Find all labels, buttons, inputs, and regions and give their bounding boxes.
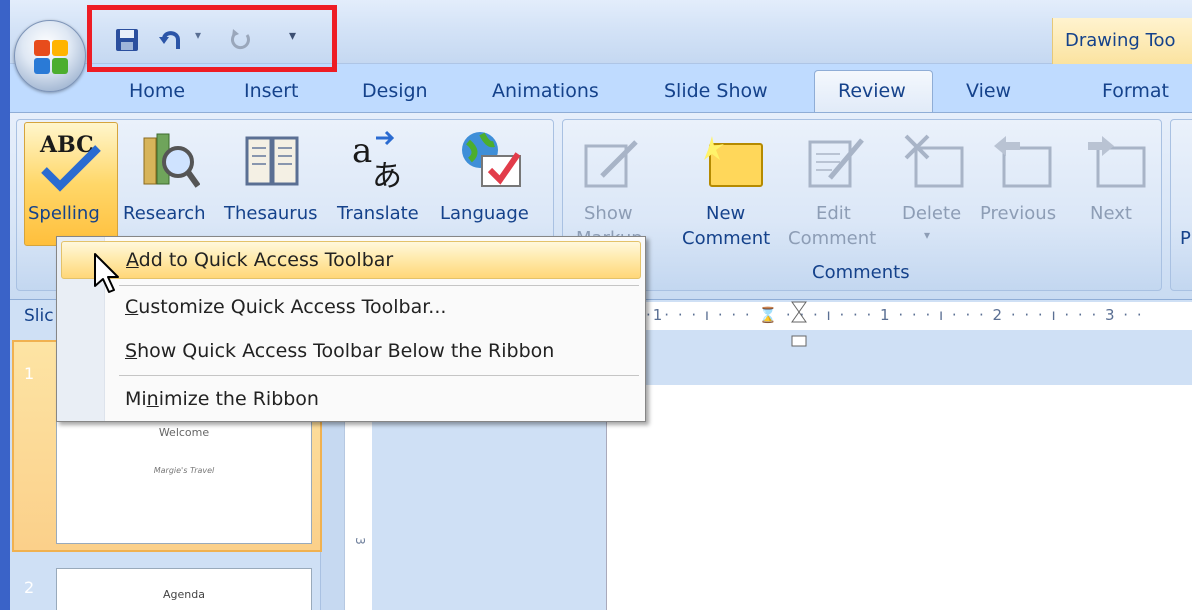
svg-text:a: a [352, 131, 372, 171]
menu-item-show-qat-below[interactable]: Show Quick Access Toolbar Below the Ribb… [61, 333, 641, 371]
tab-animations[interactable]: Animations [492, 80, 599, 102]
delete-dropdown-icon: ▾ [924, 228, 931, 242]
tab-insert[interactable]: Insert [244, 80, 299, 102]
new-comment-icon[interactable] [700, 132, 766, 190]
research-icon[interactable] [140, 130, 200, 194]
menu-item-label: Show Quick Access Toolbar Below the Ribb… [125, 340, 555, 362]
new-comment-label[interactable]: New [706, 203, 745, 224]
previous-comment-icon [994, 136, 1052, 188]
comments-group-label: Comments [812, 262, 910, 283]
svg-text:ABC: ABC [39, 132, 94, 158]
menu-item-label: Customize Quick Access Toolbar... [125, 296, 447, 318]
next-comment-label: Next [1090, 203, 1132, 224]
research-label[interactable]: Research [123, 203, 206, 224]
new-comment-label-2[interactable]: Comment [682, 228, 770, 249]
qat-highlight-box [87, 5, 337, 72]
translate-icon[interactable]: a あ [348, 128, 412, 190]
protect-group [1170, 119, 1192, 291]
tab-slide-show[interactable]: Slide Show [664, 80, 768, 102]
tab-home[interactable]: Home [129, 80, 185, 102]
indent-marker-icon[interactable] [790, 300, 808, 348]
slide-thumbnail-title: Welcome [158, 426, 210, 439]
edit-comment-icon [808, 138, 864, 188]
tab-design[interactable]: Design [362, 80, 428, 102]
show-markup-icon [584, 140, 638, 188]
thesaurus-label[interactable]: Thesaurus [224, 203, 317, 224]
svg-text:あ: あ [372, 159, 402, 190]
menu-separator [119, 285, 639, 286]
show-markup-label: Show [584, 203, 633, 224]
menu-item-customize-qat[interactable]: Customize Quick Access Toolbar... [61, 289, 641, 327]
spelling-icon[interactable]: ABC [36, 130, 106, 194]
slides-tab[interactable]: Slic [24, 306, 54, 326]
menu-item-minimize-ribbon[interactable]: Minimize the Ribbon [61, 381, 641, 419]
next-comment-icon [1088, 136, 1146, 188]
slide-number: 2 [24, 578, 35, 597]
horizontal-ruler[interactable]: ·1· · · ı · · · ⌛ · · · ı · · · 1 · · · … [640, 302, 1192, 330]
tab-view[interactable]: View [966, 80, 1011, 102]
slide-number: 1 [24, 364, 35, 383]
menu-separator [119, 375, 639, 376]
delete-comment-icon [904, 134, 964, 188]
menu-item-label: Minimize the Ribbon [125, 388, 319, 410]
office-logo-icon [34, 40, 68, 74]
thesaurus-icon[interactable] [244, 134, 300, 190]
tab-review[interactable]: Review [838, 80, 906, 102]
tab-format[interactable]: Format [1102, 80, 1169, 102]
edit-comment-label-2: Comment [788, 228, 877, 249]
language-label[interactable]: Language [440, 203, 529, 224]
context-menu: Add to Quick Access Toolbar Customize Qu… [56, 236, 646, 422]
vertical-ruler-mark: 3 [352, 537, 367, 545]
slide-thumbnail-title: Agenda [163, 588, 205, 601]
context-tab-title: Drawing Too [1052, 18, 1192, 64]
mouse-cursor-icon [94, 253, 119, 293]
previous-comment-label: Previous [980, 203, 1057, 224]
office-button[interactable] [14, 20, 86, 92]
slide-canvas[interactable] [606, 385, 1192, 610]
language-icon[interactable] [458, 128, 526, 192]
delete-comment-label: Delete [902, 203, 962, 224]
protect-partial-label[interactable]: P [1180, 228, 1191, 249]
menu-item-label: Add to Quick Access Toolbar [126, 249, 394, 271]
edit-comment-label: Edit [816, 203, 851, 224]
menu-item-add-to-qat[interactable]: Add to Quick Access Toolbar [61, 241, 641, 279]
spelling-label[interactable]: Spelling [28, 203, 100, 224]
translate-label[interactable]: Translate [337, 203, 419, 224]
slide-thumbnail-subtitle: Margie's Travel [153, 466, 215, 475]
